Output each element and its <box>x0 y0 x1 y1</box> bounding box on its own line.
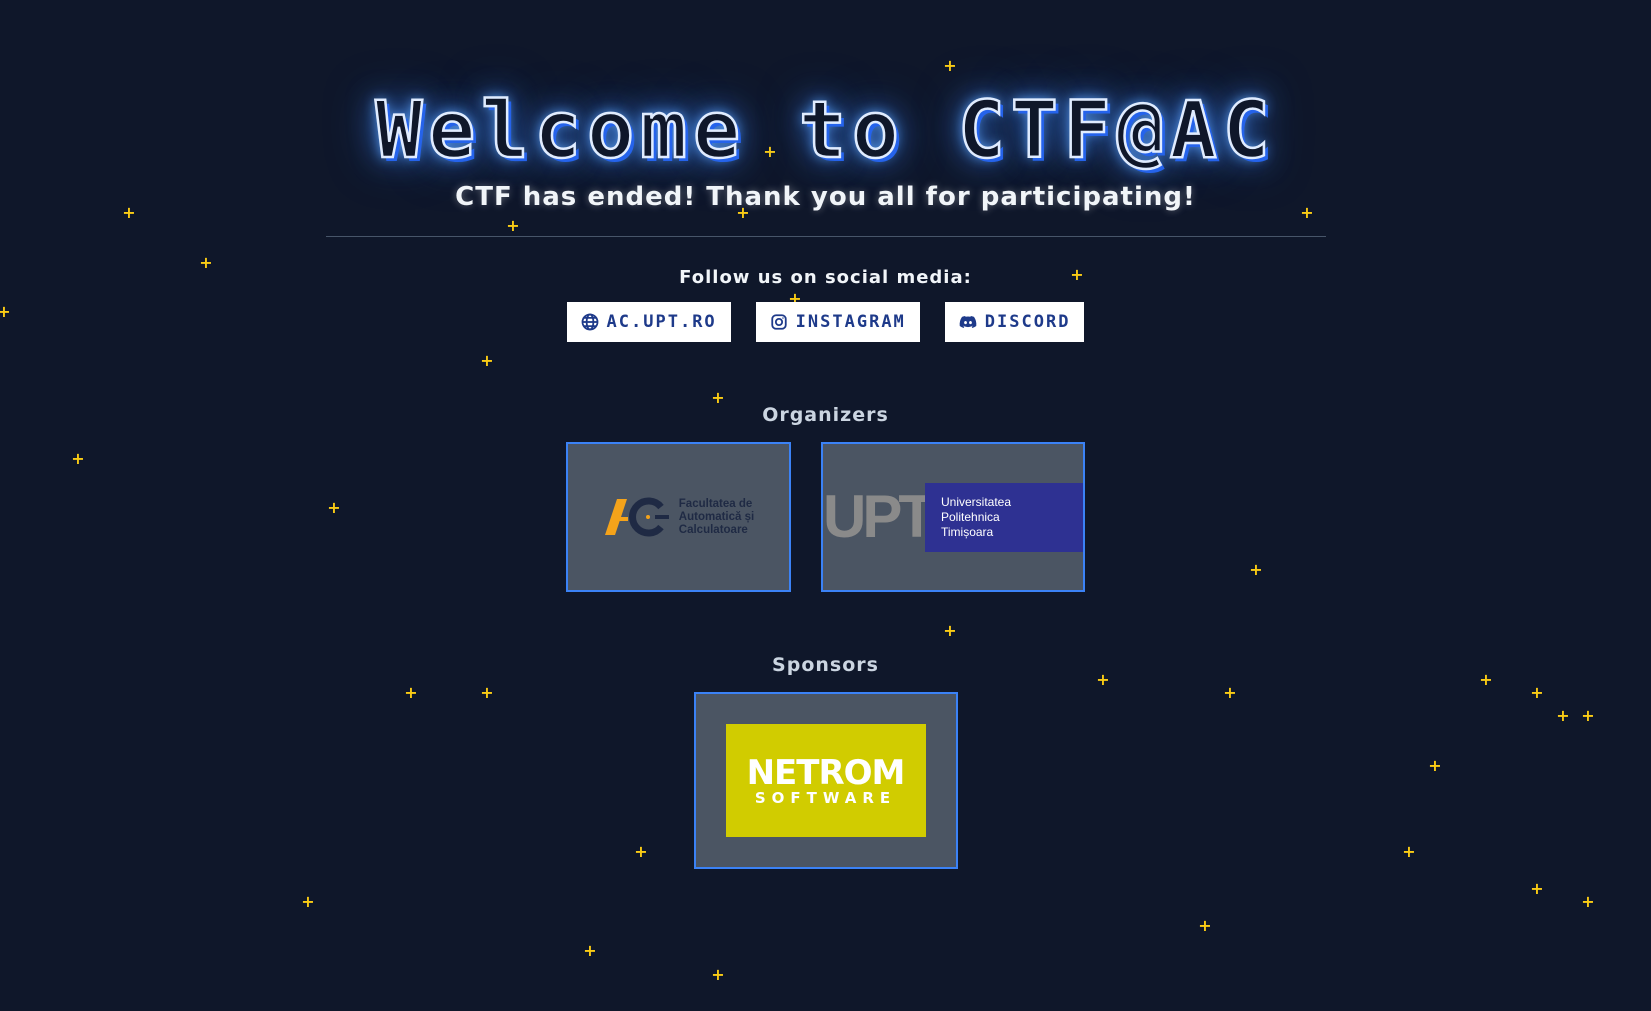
discord-link-button[interactable]: Discord <box>944 302 1085 342</box>
upt-logo-line: Politehnica <box>941 509 1000 524</box>
ac-logo: Facultatea de Automatică și Calculatoare <box>603 497 754 537</box>
social-links: ac.upt.ro Instagram Disc <box>566 302 1085 342</box>
page: ++++++++++++++++++++++++++++++++++ Welco… <box>0 0 1651 1011</box>
upt-logo-letters: UPT <box>823 483 935 550</box>
star-decoration: + <box>1198 916 1212 935</box>
ac-logo-line: Calculatoare <box>678 523 748 536</box>
ac-logo-line: Facultatea de <box>678 497 753 510</box>
ac-logo-line: Automatică și <box>678 510 755 523</box>
sponsors-list: NETROM SOFTWARE <box>693 692 958 869</box>
upt-logo-text: Universitatea Politehnica Timișoara <box>925 482 1083 552</box>
netrom-sponsor-card[interactable]: NETROM SOFTWARE <box>693 692 958 869</box>
organizers-list: Facultatea de Automatică și Calculatoare… <box>566 442 1085 592</box>
star-decoration: + <box>1530 879 1544 898</box>
netrom-logo-sub: SOFTWARE <box>754 788 897 807</box>
upt-logo-line: Timișoara <box>941 524 994 539</box>
website-link-button[interactable]: ac.upt.ro <box>566 302 731 342</box>
sponsors-heading: Sponsors <box>772 654 879 676</box>
star-decoration: + <box>301 892 315 911</box>
website-link-label: ac.upt.ro <box>606 312 717 332</box>
star-decoration: + <box>711 965 725 984</box>
upt-organizer-card[interactable]: UPT Universitatea Politehnica Timișoara <box>821 442 1085 592</box>
discord-icon <box>959 313 977 331</box>
star-decoration: + <box>583 941 597 960</box>
netrom-logo-main: NETROM <box>746 752 906 793</box>
organizers-heading: Organizers <box>762 404 889 426</box>
instagram-link-label: Instagram <box>795 312 906 332</box>
social-heading: Follow us on social media: <box>679 267 972 288</box>
instagram-icon <box>770 313 788 331</box>
upt-logo: UPT Universitatea Politehnica Timișoara <box>823 482 1083 552</box>
upt-logo-line: Universitatea <box>941 494 1012 509</box>
ac-logo-mark-icon <box>604 497 669 537</box>
divider <box>325 236 1326 237</box>
netrom-logo: NETROM SOFTWARE <box>725 724 926 837</box>
star-decoration: + <box>1581 892 1595 911</box>
ac-logo-text: Facultatea de Automatică și Calculatoare <box>679 498 754 537</box>
globe-icon <box>581 313 599 331</box>
instagram-link-button[interactable]: Instagram <box>755 302 920 342</box>
discord-link-label: Discord <box>984 312 1071 332</box>
main-content: Welcome to CTF@AC CTF has ended! Thank y… <box>0 0 1651 869</box>
page-subtitle: CTF has ended! Thank you all for partici… <box>455 182 1196 212</box>
page-title: Welcome to CTF@AC <box>374 85 1276 178</box>
ac-organizer-card[interactable]: Facultatea de Automatică și Calculatoare <box>566 442 791 592</box>
